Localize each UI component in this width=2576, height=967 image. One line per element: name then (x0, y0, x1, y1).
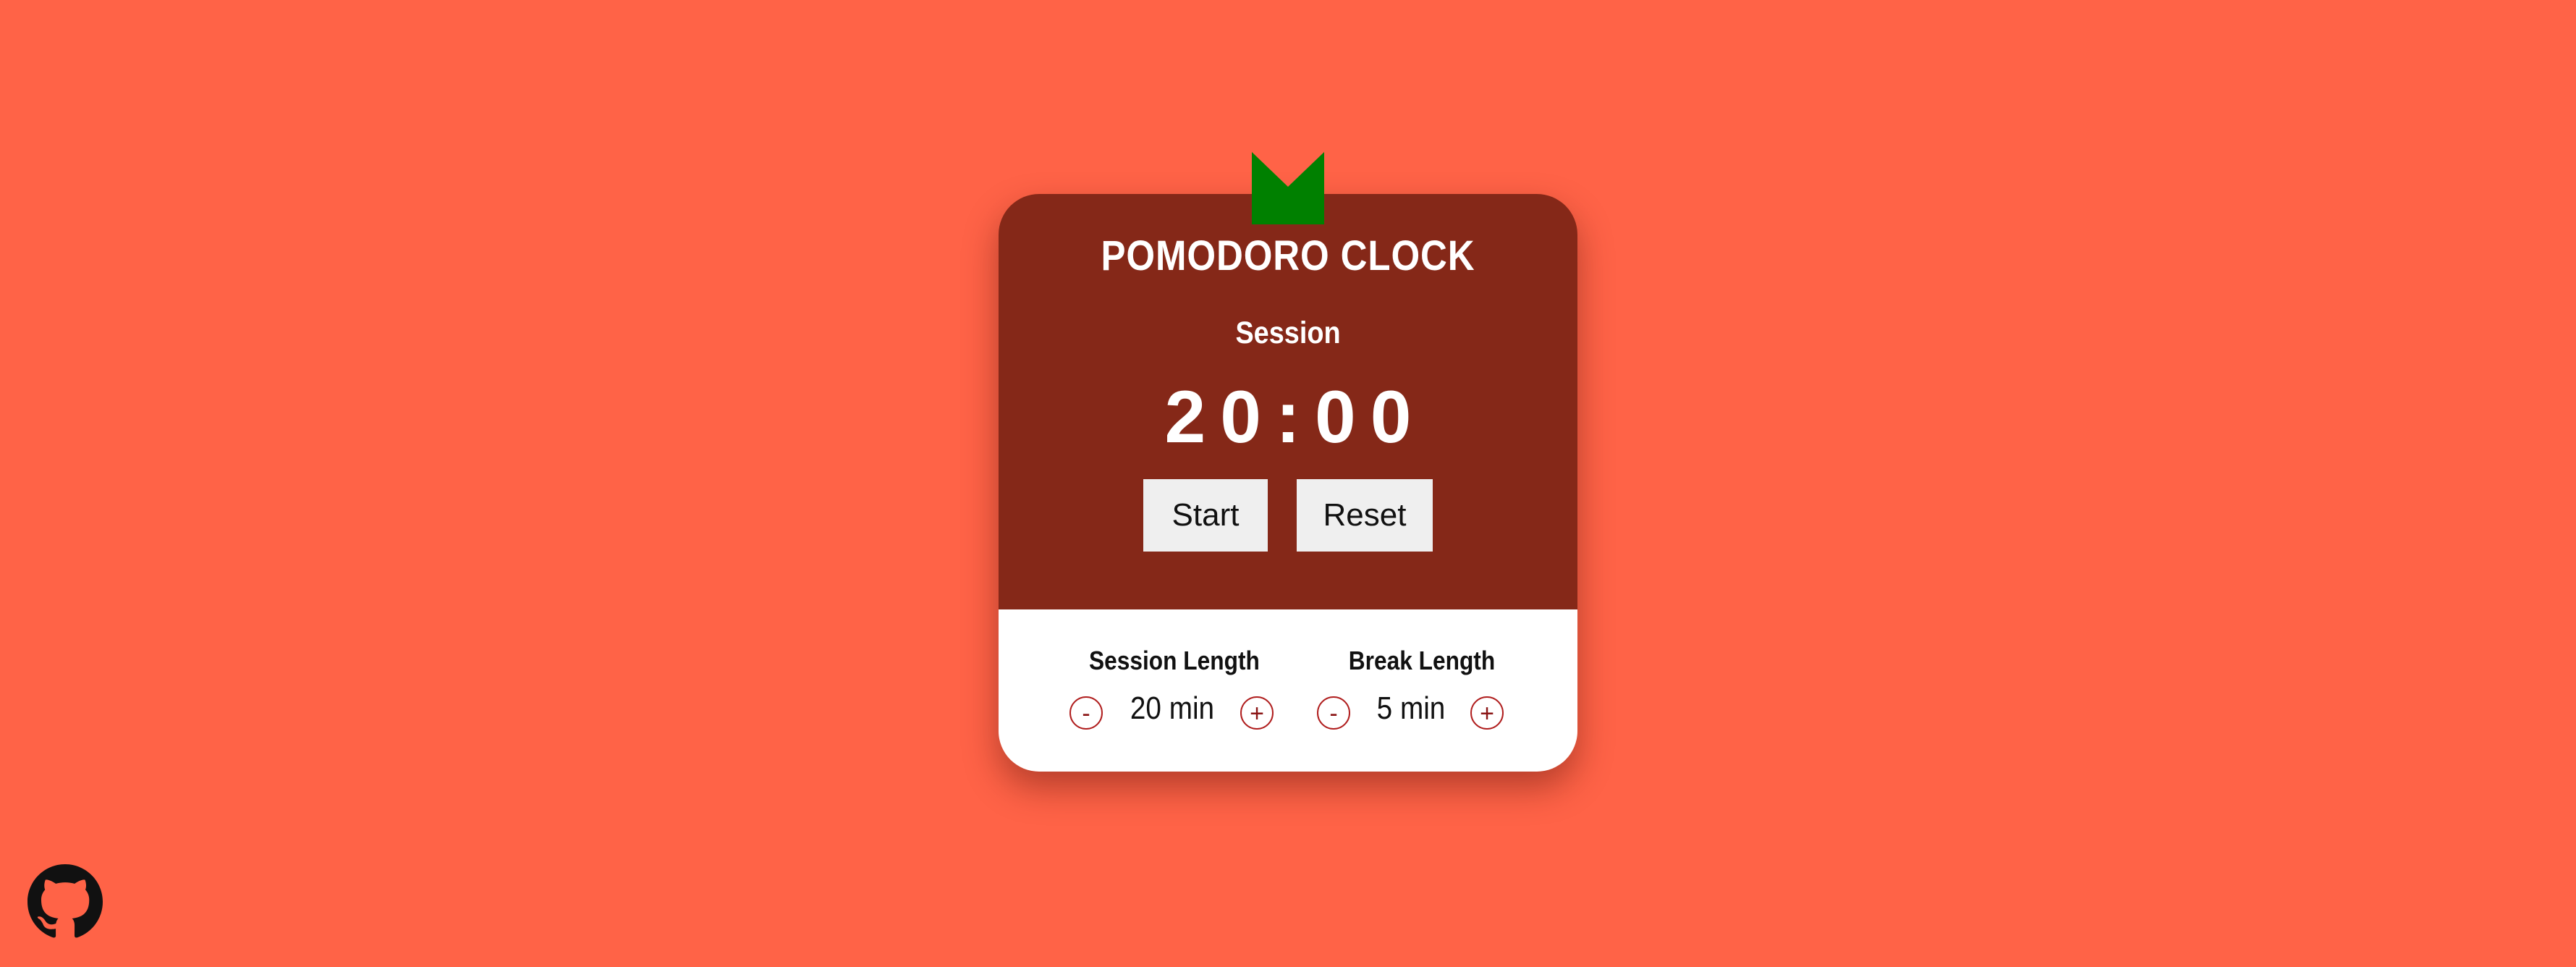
reset-button[interactable]: Reset (1297, 479, 1433, 552)
github-icon[interactable] (27, 864, 103, 939)
break-increment-button[interactable]: + (1470, 696, 1504, 730)
session-length-label: Session Length (1089, 646, 1260, 675)
session-length-value: 20 min (1130, 691, 1215, 726)
session-increment-button[interactable]: + (1240, 696, 1274, 730)
session-decrement-button[interactable]: - (1069, 696, 1103, 730)
page: POMODORO CLOCK Session 20:00 Start Reset… (0, 0, 2576, 967)
timer-panel: POMODORO CLOCK Session 20:00 Start Reset (999, 194, 1577, 609)
settings-panel: Session Length Break Length - 20 min + -… (999, 609, 1577, 772)
timer-mode-label: Session (1235, 316, 1341, 350)
tomato-leaf-icon (1252, 152, 1324, 224)
break-length-value: 5 min (1376, 691, 1446, 726)
break-length-label: Break Length (1348, 646, 1496, 675)
timer-display: 20:00 (1164, 376, 1426, 458)
start-button[interactable]: Start (1143, 479, 1268, 552)
app-title: POMODORO CLOCK (1101, 232, 1475, 279)
pomodoro-card: POMODORO CLOCK Session 20:00 Start Reset… (999, 194, 1577, 772)
break-decrement-button[interactable]: - (1317, 696, 1350, 730)
